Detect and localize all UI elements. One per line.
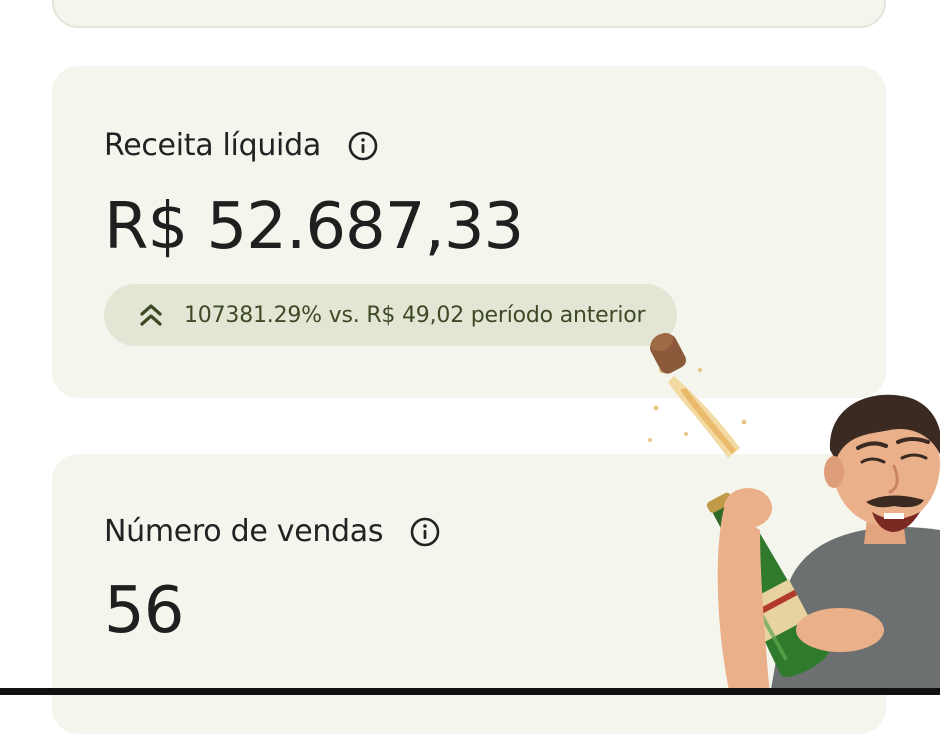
info-icon[interactable] [347, 130, 379, 162]
net-revenue-value: R$ 52.687,33 [104, 190, 524, 264]
previous-metric-card [52, 0, 886, 28]
sales-count-value: 56 [104, 574, 184, 648]
sales-count-header: Número de vendas [104, 514, 441, 549]
net-revenue-card: Receita líquida R$ 52.687,33 107381.29% … [52, 66, 886, 398]
double-chevron-up-icon [140, 304, 162, 326]
net-revenue-header: Receita líquida [104, 128, 379, 163]
info-icon[interactable] [409, 516, 441, 548]
bottom-edge-bar [0, 688, 940, 695]
sales-count-label: Número de vendas [104, 514, 384, 549]
net-revenue-label: Receita líquida [104, 128, 321, 163]
revenue-change-text: 107381.29% vs. R$ 49,02 período anterior [184, 302, 646, 328]
revenue-change-badge: 107381.29% vs. R$ 49,02 período anterior [104, 284, 678, 346]
